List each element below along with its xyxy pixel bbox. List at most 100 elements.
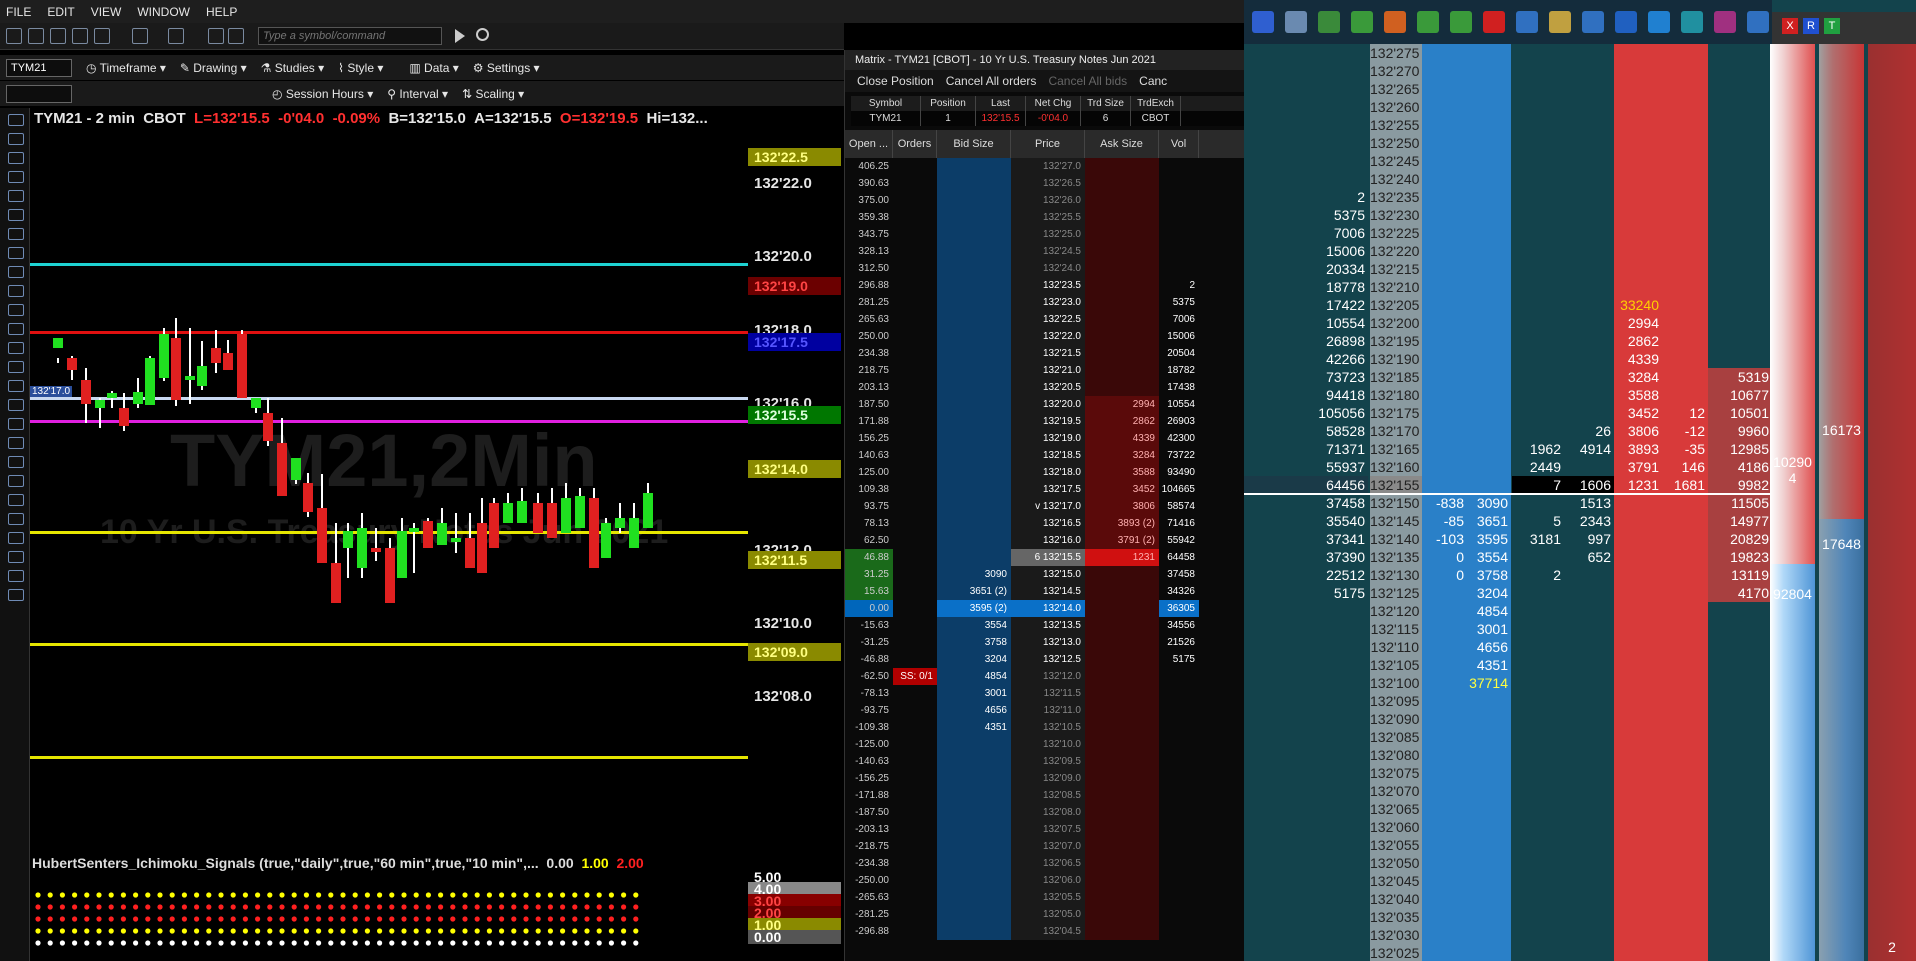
dom-cell[interactable] (1466, 944, 1511, 961)
dom-cell[interactable] (1614, 80, 1662, 98)
dom-cell[interactable] (1614, 656, 1662, 674)
matrix-row[interactable]: -46.88 3204 132'12.5 5175 (845, 651, 1244, 668)
dom-cell[interactable] (1614, 512, 1662, 530)
cancel-asks-button[interactable]: Canc (1139, 74, 1167, 88)
dom-cell[interactable] (1466, 278, 1511, 296)
matrix-cell[interactable] (937, 889, 1011, 906)
arc-tool-icon[interactable] (8, 399, 24, 411)
matrix-cell[interactable] (1085, 617, 1159, 634)
dom-cell[interactable] (1614, 584, 1662, 602)
matrix-cell[interactable] (1085, 379, 1159, 396)
dom-cell[interactable]: 3595 (1466, 530, 1511, 548)
window-restore-button[interactable]: R (1803, 18, 1819, 34)
matrix-row[interactable]: 46.88 6 132'15.5 1231 64458 (845, 549, 1244, 566)
open-icon[interactable] (28, 28, 44, 44)
matrix-cell[interactable]: 4339 (1085, 430, 1159, 447)
scaling-button[interactable]: ⇅ Scaling ▾ (462, 87, 524, 101)
dom-cell[interactable]: 3791 (1614, 458, 1662, 476)
dom-row[interactable]: 132'105 4351 (1244, 656, 1772, 674)
flag-icon[interactable] (1549, 11, 1571, 33)
rectangle-tool-icon[interactable] (8, 475, 24, 487)
matrix-row[interactable]: -62.50 SS: 0/1 4854 132'12.0 (845, 668, 1244, 685)
matrix-col-header[interactable]: Orders (893, 130, 937, 158)
matrix-cell[interactable] (937, 906, 1011, 923)
arrow-tool-icon[interactable] (8, 437, 24, 449)
pitchfork-tool-icon[interactable] (8, 266, 24, 278)
matrix-col-header[interactable]: Vol (1159, 130, 1199, 158)
dom-cell[interactable] (1466, 800, 1511, 818)
dom-cell[interactable] (1614, 260, 1662, 278)
matrix-cell[interactable] (1085, 209, 1159, 226)
matrix-cell[interactable]: 3806 (1085, 498, 1159, 515)
tools-icon[interactable] (1582, 11, 1604, 33)
dom-cell[interactable] (1614, 800, 1662, 818)
dom-cell[interactable] (1614, 692, 1662, 710)
dom-row[interactable]: 94418 132'180 3588 10677 (1244, 386, 1772, 404)
dom-cell[interactable] (1466, 368, 1511, 386)
dom-cell[interactable]: 3806 (1614, 422, 1662, 440)
matrix-row[interactable]: -250.00 132'06.0 (845, 872, 1244, 889)
chart-line-icon[interactable] (1681, 11, 1703, 33)
matrix-row[interactable]: 328.13 132'24.5 (845, 243, 1244, 260)
dom-row[interactable]: 105056 132'175 3452 12 10501 (1244, 404, 1772, 422)
matrix-cell[interactable]: 3588 (1085, 464, 1159, 481)
matrix-cell[interactable] (937, 770, 1011, 787)
dom-row[interactable]: 26898 132'195 2862 (1244, 332, 1772, 350)
matrix-cell[interactable] (1085, 583, 1159, 600)
matrix-row[interactable]: 156.25 132'19.0 4339 42300 (845, 430, 1244, 447)
matrix-cell[interactable]: 3791 (2) (1085, 532, 1159, 549)
spiral-tool-icon[interactable] (8, 418, 24, 430)
dom-row[interactable]: 42266 132'190 4339 (1244, 350, 1772, 368)
dom-cell[interactable] (1466, 854, 1511, 872)
matrix-cell[interactable] (937, 209, 1011, 226)
matrix-cell[interactable] (1085, 294, 1159, 311)
eraser-tool-icon[interactable] (8, 532, 24, 544)
matrix-cell[interactable] (937, 260, 1011, 277)
matrix-cell[interactable] (937, 515, 1011, 532)
dom-row[interactable]: 132'270 (1244, 62, 1772, 80)
dom-price-rows[interactable]: 132'275 132'270 132'265 132'260 132'255 132'2… (1244, 44, 1772, 961)
dom-cell[interactable] (1466, 818, 1511, 836)
dom-row[interactable]: 132'240 (1244, 170, 1772, 188)
dom-cell[interactable] (1614, 566, 1662, 584)
matrix-row[interactable]: 312.50 132'24.0 (845, 260, 1244, 277)
menu-icon[interactable] (1252, 11, 1274, 33)
matrix-cell[interactable] (937, 158, 1011, 175)
dom-cell[interactable] (1614, 620, 1662, 638)
dom-cell[interactable] (1614, 728, 1662, 746)
matrix-cell[interactable] (937, 345, 1011, 362)
matrix-cell[interactable] (937, 175, 1011, 192)
matrix-cell[interactable] (937, 872, 1011, 889)
dom-cell[interactable] (1466, 134, 1511, 152)
dom-row[interactable]: 132'080 (1244, 746, 1772, 764)
dom-row[interactable]: 132'110 4656 (1244, 638, 1772, 656)
dom-row[interactable]: 132'050 (1244, 854, 1772, 872)
dom-row[interactable]: 132'260 (1244, 98, 1772, 116)
dom-row[interactable]: 132'095 (1244, 692, 1772, 710)
dom-cell[interactable] (1466, 692, 1511, 710)
bars-tool-icon[interactable] (8, 285, 24, 297)
matrix-cell[interactable] (1085, 668, 1159, 685)
window-topmost-button[interactable]: T (1824, 18, 1840, 34)
dom-cell[interactable] (1614, 908, 1662, 926)
buy-stop-icon[interactable] (1417, 11, 1439, 33)
matrix-row[interactable]: 281.25 132'23.0 5375 (845, 294, 1244, 311)
dom-cell[interactable]: 3554 (1466, 548, 1511, 566)
menu-view[interactable]: VIEW (91, 5, 122, 19)
matrix-row[interactable]: -93.75 4656 132'11.0 (845, 702, 1244, 719)
dom-row[interactable]: 132'060 (1244, 818, 1772, 836)
ray-tool-icon[interactable] (8, 171, 24, 183)
dom-row[interactable]: 132'025 (1244, 944, 1772, 961)
dom-cell[interactable] (1614, 98, 1662, 116)
dom-cell[interactable] (1614, 278, 1662, 296)
dom-row[interactable]: 18778 132'210 (1244, 278, 1772, 296)
matrix-row[interactable]: 250.00 132'22.0 15006 (845, 328, 1244, 345)
dom-cell[interactable] (1614, 62, 1662, 80)
matrix-ladder[interactable]: 406.25 132'27.0 390.63 132'26.5 375.00 132'26… (845, 158, 1244, 940)
matrix-cell[interactable] (937, 243, 1011, 260)
interval-button[interactable]: ⚲ Interval ▾ (387, 87, 448, 101)
grid-tool-icon[interactable] (8, 323, 24, 335)
label-tool-icon[interactable] (8, 589, 24, 601)
matrix-row[interactable]: -187.50 132'08.0 (845, 804, 1244, 821)
sell-icon[interactable] (1450, 11, 1472, 33)
